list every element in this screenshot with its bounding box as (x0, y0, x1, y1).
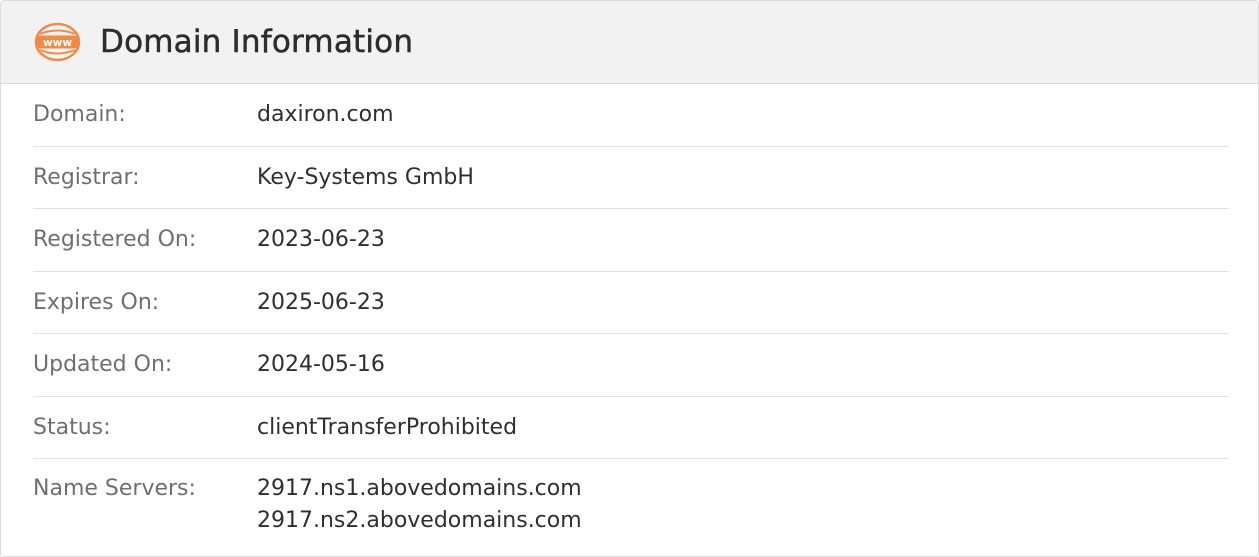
card-header: www Domain Information (1, 1, 1258, 84)
name-server-1: 2917.ns1.abovedomains.com (257, 476, 582, 501)
www-icon: www (34, 22, 81, 62)
row-domain: Domain: daxiron.com (33, 84, 1229, 147)
row-updated-on: Updated On: 2024-05-16 (33, 334, 1229, 397)
status-label: Status: (33, 414, 111, 440)
updated-on-value: 2024-05-16 (257, 352, 385, 378)
name-servers-list: 2917.ns1.abovedomains.com 2917.ns2.above… (257, 476, 582, 533)
updated-on-label: Updated On: (33, 352, 173, 378)
registered-on-label: Registered On: (33, 227, 197, 253)
www-icon-text: www (43, 37, 72, 49)
row-registered-on: Registered On: 2023-06-23 (33, 209, 1229, 272)
expires-on-value: 2025-06-23 (257, 289, 385, 315)
registered-on-value: 2023-06-23 (257, 227, 385, 253)
row-status: Status: clientTransferProhibited (33, 397, 1229, 459)
page-title: Domain Information (100, 24, 414, 61)
domain-label: Domain: (33, 102, 126, 128)
name-servers-label: Name Servers: (33, 476, 196, 501)
row-registrar: Registrar: Key-Systems GmbH (33, 147, 1229, 209)
domain-info-card: www Domain Information Domain: daxiron.c… (0, 0, 1259, 557)
expires-on-label: Expires On: (33, 289, 160, 315)
info-table: Domain: daxiron.com Registrar: Key-Syste… (33, 84, 1229, 556)
registrar-label: Registrar: (33, 164, 140, 190)
domain-value: daxiron.com (257, 102, 394, 128)
registrar-value: Key-Systems GmbH (257, 164, 474, 190)
name-server-2: 2917.ns2.abovedomains.com (257, 508, 582, 533)
status-value: clientTransferProhibited (257, 414, 518, 440)
row-expires-on: Expires On: 2025-06-23 (33, 272, 1229, 334)
row-name-servers: Name Servers: 2917.ns1.abovedomains.com … (33, 459, 1229, 556)
